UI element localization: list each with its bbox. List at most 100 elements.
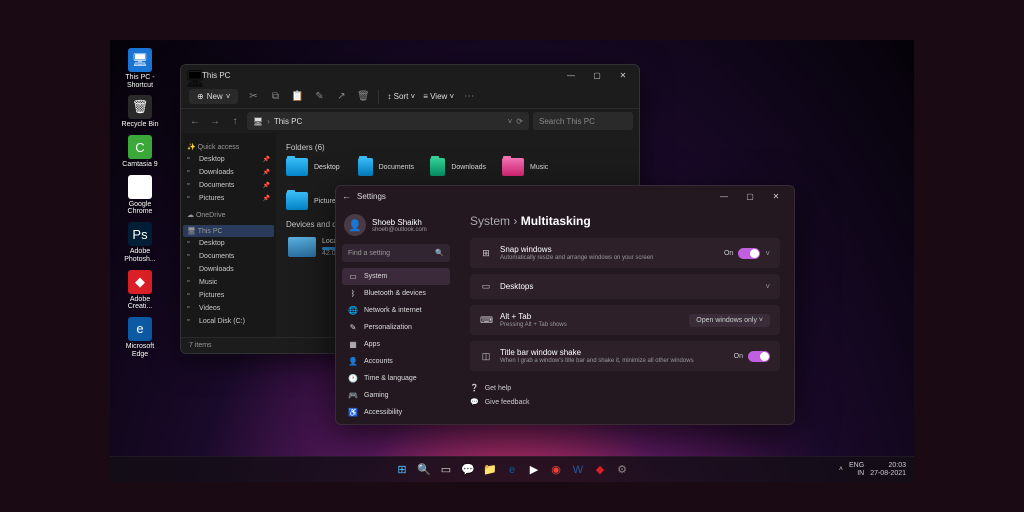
quick-access-header[interactable]: ✨ Quick access bbox=[183, 141, 274, 153]
onedrive-header[interactable]: ☁ OneDrive bbox=[183, 209, 274, 221]
minimize-button[interactable]: ― bbox=[559, 67, 583, 83]
close-button[interactable]: ✕ bbox=[764, 188, 788, 204]
settings-nav-item[interactable]: 👤Accounts bbox=[342, 353, 450, 370]
desktop-icon[interactable]: C Camtasia 9 bbox=[118, 135, 162, 169]
language-indicator[interactable]: ENGIN bbox=[849, 462, 864, 477]
desktop-icon[interactable]: e Microsoft Edge bbox=[118, 317, 162, 358]
settings-nav-item[interactable]: ▭System bbox=[342, 268, 450, 285]
taskbar-icon[interactable]: ▭ bbox=[437, 461, 455, 479]
more-icon[interactable]: ⋯ bbox=[462, 90, 476, 104]
tree-item[interactable]: ▫Documents📌 bbox=[183, 179, 274, 192]
desktop-icon[interactable]: 🗑 Recycle Bin bbox=[118, 95, 162, 129]
gradient-swatch[interactable] bbox=[816, 150, 830, 160]
gradient-swatch[interactable] bbox=[736, 150, 750, 160]
settings-nav-item[interactable]: 🕐Time & language bbox=[342, 370, 450, 387]
taskbar-icon[interactable]: W bbox=[569, 461, 587, 479]
gradient-swatch[interactable] bbox=[800, 178, 814, 188]
user-profile[interactable]: 👤 Shoeb Shaikh shoeb@outlook.com bbox=[342, 210, 450, 244]
dropdown[interactable]: Open windows only ˅ bbox=[689, 314, 770, 327]
folder-item[interactable]: Documents bbox=[358, 158, 414, 176]
gradient-swatch[interactable] bbox=[800, 150, 814, 160]
settings-card[interactable]: ▭ Desktops ˅ bbox=[470, 274, 780, 299]
tree-item[interactable]: ▫Documents bbox=[183, 250, 274, 263]
ps-tab[interactable]: Gradients bbox=[795, 126, 825, 134]
taskbar-icon[interactable]: e bbox=[503, 461, 521, 479]
settings-nav-item[interactable]: ♿Accessibility bbox=[342, 404, 450, 421]
forward-button[interactable]: → bbox=[207, 113, 223, 129]
rename-icon[interactable]: ✎ bbox=[312, 90, 326, 104]
tree-item[interactable]: ▫Pictures bbox=[183, 289, 274, 302]
settings-nav-item[interactable]: ▦Apps bbox=[342, 336, 450, 353]
gradient-swatch[interactable] bbox=[816, 206, 830, 216]
taskbar-icon[interactable]: 📁 bbox=[481, 461, 499, 479]
folder-item[interactable]: Pictures bbox=[286, 192, 342, 210]
taskbar-icon[interactable]: 💬 bbox=[459, 461, 477, 479]
desktop-icon[interactable]: Ps Adobe Photosh... bbox=[118, 222, 162, 263]
settings-window[interactable]: ← Settings ― ▢ ✕ 👤 Shoeb Shaikh shoeb@ou… bbox=[335, 185, 795, 425]
delete-icon[interactable]: 🗑 bbox=[356, 90, 370, 104]
refresh-icon[interactable]: ⟳ bbox=[516, 117, 523, 126]
copy-icon[interactable]: ⧉ bbox=[268, 90, 282, 104]
search-input[interactable]: Search This PC bbox=[533, 112, 633, 130]
folder-item[interactable]: Downloads bbox=[430, 158, 486, 176]
taskbar-icon[interactable]: ⚙ bbox=[613, 461, 631, 479]
tree-item[interactable]: ▫Music bbox=[183, 276, 274, 289]
up-button[interactable]: ↑ bbox=[227, 113, 243, 129]
tree-item[interactable]: ▫Videos bbox=[183, 302, 274, 315]
settings-titlebar[interactable]: ← Settings ― ▢ ✕ bbox=[336, 186, 794, 206]
gradient-group[interactable]: ▸ 📁 Blues bbox=[730, 164, 898, 178]
taskbar[interactable]: ⊞🔍▭💬📁e▶◉W◆⚙ ˄ ENGIN 20:03 27-08-2021 bbox=[110, 456, 914, 482]
back-button[interactable]: ← bbox=[342, 191, 351, 201]
address-bar[interactable]: 🖥 › This PC ˅ ⟳ bbox=[247, 112, 529, 130]
gradient-swatch[interactable] bbox=[816, 178, 830, 188]
tree-item[interactable]: ▫Pictures📌 bbox=[183, 192, 274, 205]
share-icon[interactable]: ↗ bbox=[334, 90, 348, 104]
explorer-titlebar[interactable]: 🖥 This PC ― ▢ ✕ bbox=[181, 65, 639, 85]
paste-icon[interactable]: 📋 bbox=[290, 90, 304, 104]
maximize-button[interactable]: ▢ bbox=[585, 67, 609, 83]
view-button[interactable]: ≡ View ˅ bbox=[423, 92, 454, 101]
tree-item[interactable]: ▫Downloads bbox=[183, 263, 274, 276]
gradient-swatch[interactable] bbox=[832, 178, 846, 188]
find-setting-input[interactable]: Find a setting🔍 bbox=[342, 244, 450, 262]
cut-icon[interactable]: ✂ bbox=[246, 90, 260, 104]
settings-card[interactable]: ⊞ Snap windowsAutomatically resize and a… bbox=[470, 238, 780, 268]
give-feedback-link[interactable]: 💬Give feedback bbox=[470, 395, 780, 409]
settings-card[interactable]: ⌨ Alt + TabPressing Alt + Tab shows Open… bbox=[470, 305, 780, 335]
settings-nav-item[interactable]: 🌐Network & internet bbox=[342, 302, 450, 319]
settings-nav-item[interactable]: 🎮Gaming bbox=[342, 387, 450, 404]
gradient-swatch[interactable] bbox=[752, 150, 766, 160]
this-pc-header[interactable]: 🖥 This PC bbox=[183, 225, 274, 237]
ps-tab[interactable]: Patterns bbox=[831, 126, 857, 134]
maximize-button[interactable]: ▢ bbox=[738, 188, 762, 204]
get-help-link[interactable]: ❔Get help bbox=[470, 381, 780, 395]
taskbar-icon[interactable]: ▶ bbox=[525, 461, 543, 479]
tree-item[interactable]: ▫Local Disk (C:) bbox=[183, 315, 274, 328]
taskbar-icon[interactable]: 🔍 bbox=[415, 461, 433, 479]
gradient-swatch[interactable] bbox=[848, 206, 862, 216]
gradient-group[interactable]: ▸ 📁 Basics bbox=[730, 136, 898, 150]
desktop-icon[interactable]: ◉ Google Chrome bbox=[118, 175, 162, 216]
clock[interactable]: 20:03 27-08-2021 bbox=[870, 462, 906, 477]
taskbar-icon[interactable]: ⊞ bbox=[393, 461, 411, 479]
nav-tree[interactable]: ✨ Quick access▫Desktop📌▫Downloads📌▫Docum… bbox=[181, 133, 276, 353]
taskbar-icon[interactable]: ◆ bbox=[591, 461, 609, 479]
sort-button[interactable]: ↕ Sort ˅ bbox=[387, 92, 415, 101]
toggle-switch[interactable] bbox=[748, 351, 770, 362]
new-button[interactable]: ⊕ New ˅ bbox=[189, 89, 238, 104]
desktop-icon[interactable]: ◆ Adobe Creati... bbox=[118, 270, 162, 311]
taskbar-icon[interactable]: ◉ bbox=[547, 461, 565, 479]
settings-card[interactable]: ◫ Title bar window shakeWhen I grab a wi… bbox=[470, 341, 780, 371]
minimize-button[interactable]: ― bbox=[712, 188, 736, 204]
gradient-swatch[interactable] bbox=[768, 150, 782, 160]
back-button[interactable]: ← bbox=[187, 113, 203, 129]
tray-chevron-icon[interactable]: ˄ bbox=[839, 466, 843, 473]
folder-item[interactable]: Desktop bbox=[286, 158, 342, 176]
tree-item[interactable]: ▫Desktop bbox=[183, 237, 274, 250]
gradient-swatch[interactable] bbox=[832, 206, 846, 216]
ps-panel-tabs[interactable]: Color Swatches Gradients Patterns bbox=[730, 124, 898, 136]
folder-item[interactable]: Music bbox=[502, 158, 558, 176]
settings-nav-item[interactable]: ✎Personalization bbox=[342, 319, 450, 336]
ps-tab[interactable]: Swatches bbox=[759, 126, 789, 134]
ps-tab[interactable]: Color bbox=[736, 126, 753, 134]
